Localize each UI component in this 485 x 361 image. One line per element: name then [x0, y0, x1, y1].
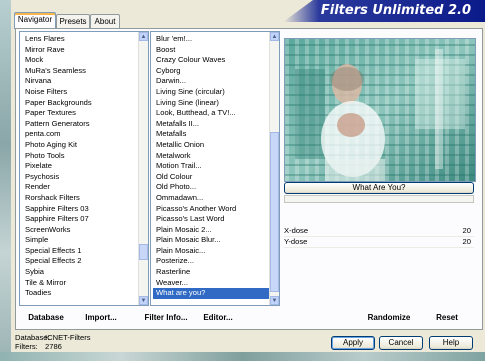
category-item[interactable]: Nirvana — [22, 76, 138, 87]
randomize-button[interactable]: Randomize — [366, 313, 412, 322]
filter-item[interactable]: Old Colour — [153, 172, 269, 183]
desktop-background-bottom — [0, 352, 485, 361]
category-item[interactable]: Paper Textures — [22, 108, 138, 119]
category-item[interactable]: Render — [22, 182, 138, 193]
category-item[interactable]: Sapphire Filters 03 — [22, 204, 138, 215]
category-item[interactable]: penta.com — [22, 129, 138, 140]
param-label: X-dose — [284, 226, 309, 235]
category-item[interactable]: MuRa's Seamless — [22, 66, 138, 77]
scroll-down-icon[interactable]: ▼ — [139, 296, 148, 305]
filter-item[interactable]: Crazy Colour Waves — [153, 55, 269, 66]
preview-image — [284, 38, 476, 182]
category-list[interactable]: Lens Flares Mirror Rave Mock MuRa's Seamles… — [19, 31, 149, 306]
filter-item[interactable]: Metafalls — [153, 129, 269, 140]
category-rows: Lens Flares Mirror Rave Mock MuRa's Seamles… — [22, 34, 138, 299]
scroll-down-icon[interactable]: ▼ — [270, 296, 279, 305]
filter-item[interactable]: Cyborg — [153, 66, 269, 77]
filter-item[interactable]: Living Sine (linear) — [153, 98, 269, 109]
filter-item[interactable]: Metallic Onion — [153, 140, 269, 151]
filters-count-label: Filters: — [15, 342, 38, 351]
filter-item[interactable]: Look, Butthead, a TV!... — [153, 108, 269, 119]
filters-unlimited-dialog: Filters Unlimited 2.0 Navigator Presets … — [11, 0, 485, 352]
filter-item[interactable]: Living Sine (circular) — [153, 87, 269, 98]
navigator-panel: Lens Flares Mirror Rave Mock MuRa's Seamles… — [15, 28, 483, 330]
category-item[interactable]: Mirror Rave — [22, 45, 138, 56]
category-item[interactable]: Mock — [22, 55, 138, 66]
category-item[interactable]: Sybia — [22, 267, 138, 278]
filter-title-button[interactable]: What Are You? — [284, 182, 474, 194]
filter-rows: Blur 'em!... Boost Crazy Colour Waves Cybor… — [153, 34, 269, 299]
filter-item[interactable]: Metalwork — [153, 151, 269, 162]
editor-button[interactable]: Editor... — [201, 313, 235, 322]
category-item[interactable]: Paper Backgrounds — [22, 98, 138, 109]
filter-info-button[interactable]: Filter Info... — [142, 313, 190, 322]
filter-item[interactable]: Motion Trail... — [153, 161, 269, 172]
cancel-button[interactable]: Cancel — [379, 336, 423, 350]
category-item[interactable]: Simple — [22, 235, 138, 246]
status-info: Database:ICNET-Filters Filters: 2786 — [15, 333, 91, 351]
filter-item[interactable]: Boost — [153, 45, 269, 56]
reset-button[interactable]: Reset — [431, 313, 463, 322]
category-item[interactable]: Special Effects 1 — [22, 246, 138, 257]
scrollbar-thumb[interactable] — [139, 244, 148, 260]
category-item[interactable]: Psychosis — [22, 172, 138, 183]
category-item[interactable]: Rorshack Filters — [22, 193, 138, 204]
tab-navigator[interactable]: Navigator — [14, 12, 56, 29]
filter-item[interactable]: Old Photo... — [153, 182, 269, 193]
desktop-background-left — [0, 0, 11, 361]
filter-item[interactable]: Picasso's Another Word — [153, 204, 269, 215]
title-banner: Filters Unlimited 2.0 — [283, 0, 485, 22]
window-title: Filters Unlimited 2.0 — [320, 3, 471, 18]
category-item[interactable]: Special Effects 2 — [22, 256, 138, 267]
filter-item[interactable]: Rasterline — [153, 267, 269, 278]
filter-item[interactable]: Blur 'em!... — [153, 34, 269, 45]
filter-item[interactable]: Plain Mosaic 2... — [153, 225, 269, 236]
tab-presets[interactable]: Presets — [56, 14, 90, 28]
database-button[interactable]: Database — [24, 313, 68, 322]
help-button[interactable]: Help — [429, 336, 473, 350]
filter-list[interactable]: Blur 'em!... Boost Crazy Colour Waves Cybor… — [150, 31, 280, 306]
filter-item[interactable]: Metafalls II... — [153, 119, 269, 130]
scroll-up-icon[interactable]: ▲ — [270, 32, 279, 41]
category-item[interactable]: Tile & Mirror — [22, 278, 138, 289]
filter-item[interactable]: Plain Mosaic Blur... — [153, 235, 269, 246]
scroll-up-icon[interactable]: ▲ — [139, 32, 148, 41]
filters-count-value: 2786 — [45, 342, 62, 351]
category-item[interactable]: Photo Tools — [22, 151, 138, 162]
filter-item[interactable]: Darwin... — [153, 76, 269, 87]
category-item[interactable]: Lens Flares — [22, 34, 138, 45]
param-y-dose[interactable]: Y-dose 20 — [284, 237, 474, 248]
filter-item[interactable]: Weaver... — [153, 278, 269, 289]
param-x-dose[interactable]: X-dose 20 — [284, 226, 474, 237]
category-item[interactable]: Sapphire Filters 07 — [22, 214, 138, 225]
category-item[interactable]: ScreenWorks — [22, 225, 138, 236]
param-label: Y-dose — [284, 237, 308, 246]
param-value: 20 — [462, 237, 471, 246]
category-item[interactable]: Pattern Generators — [22, 119, 138, 130]
filter-item[interactable]: Ommadawn... — [153, 193, 269, 204]
database-label: Database: — [15, 333, 50, 342]
database-value: ICNET-Filters — [45, 333, 91, 342]
param-value: 20 — [462, 226, 471, 235]
import-button[interactable]: Import... — [84, 313, 118, 322]
category-item[interactable]: Noise Filters — [22, 87, 138, 98]
category-scrollbar[interactable]: ▲ ▼ — [138, 32, 148, 305]
parameter-list: X-dose 20 Y-dose 20 — [284, 226, 474, 248]
apply-button[interactable]: Apply — [331, 336, 375, 350]
category-item[interactable]: Pixelate — [22, 161, 138, 172]
category-item[interactable]: Photo Aging Kit — [22, 140, 138, 151]
scrollbar-thumb[interactable] — [270, 132, 279, 292]
preview-scrollbar[interactable] — [284, 195, 474, 203]
category-item[interactable]: Toadies — [22, 288, 138, 299]
filter-item[interactable]: Posterize... — [153, 256, 269, 267]
filter-item[interactable]: Plain Mosaic... — [153, 246, 269, 257]
filter-item[interactable]: Picasso's Last Word — [153, 214, 269, 225]
filter-item[interactable]: What are you? — [153, 288, 269, 299]
tab-about[interactable]: About — [90, 14, 120, 28]
filter-scrollbar[interactable]: ▲ ▼ — [269, 32, 279, 305]
